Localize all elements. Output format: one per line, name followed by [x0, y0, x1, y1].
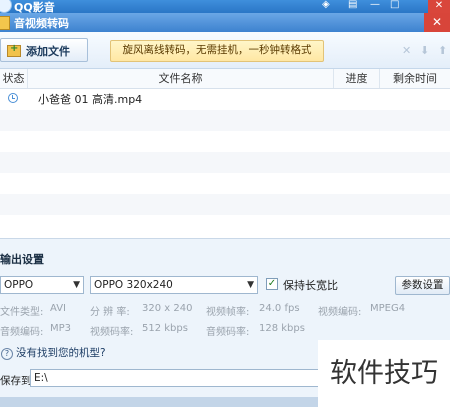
empty-row	[0, 215, 450, 236]
file-name: 小爸爸 01 高清.mp4	[38, 93, 143, 106]
add-folder-icon	[7, 43, 21, 57]
file-list: 状态 文件名称 进度 剩余时间 小爸爸 01 高清.mp4	[0, 69, 450, 239]
add-file-button[interactable]: 添加文件	[0, 38, 88, 62]
empty-row	[0, 110, 450, 131]
output-settings-heading: 输出设置	[0, 253, 44, 266]
question-icon: ?	[1, 348, 13, 360]
empty-row	[0, 131, 450, 152]
keep-ratio-checkbox[interactable]: ✓	[266, 278, 278, 290]
qq-player-logo-icon	[0, 0, 12, 13]
device-value: OPPO	[4, 279, 34, 291]
column-remaining[interactable]: 剩余时间	[380, 69, 450, 88]
cloud-transcode-tip[interactable]: 旋风离线转码，无需挂机，一秒钟转格式	[110, 40, 324, 62]
profile-select[interactable]: OPPO 320x240 ▼	[90, 276, 258, 294]
spec-fps: 24.0 fps	[259, 303, 300, 314]
spec-fps-label: 视频帧率:	[206, 307, 250, 318]
empty-row	[0, 194, 450, 215]
move-down-icon[interactable]: ⬇	[420, 44, 429, 57]
move-up-icon[interactable]: ⬆	[438, 44, 447, 57]
spec-vcodec-label: 视频编码:	[318, 307, 362, 318]
dialog-titlebar: 音视频转码 ✕	[0, 13, 450, 32]
spec-vbitrate: 512 kbps	[142, 323, 188, 334]
remove-icon[interactable]: ✕	[402, 44, 411, 57]
device-help-link[interactable]: ? 没有找到您的机型?	[1, 345, 106, 360]
spec-abitrate-label: 音频码率:	[206, 327, 250, 338]
add-file-label: 添加文件	[26, 45, 70, 58]
spec-vbitrate-label: 视频码率:	[90, 327, 134, 338]
menu-icon[interactable]: ▤	[348, 0, 357, 10]
clock-icon	[8, 93, 18, 103]
file-list-header: 状态 文件名称 进度 剩余时间	[0, 69, 450, 89]
minimize-icon[interactable]: —	[370, 0, 380, 10]
spec-abitrate: 128 kbps	[259, 323, 305, 334]
spec-resolution-label: 分 辨 率:	[90, 307, 130, 318]
device-select[interactable]: OPPO ▼	[0, 276, 84, 294]
maximize-icon[interactable]: □	[390, 0, 399, 10]
column-filename[interactable]: 文件名称	[28, 69, 334, 88]
empty-row	[0, 152, 450, 173]
save-path-input[interactable]: E:\	[30, 369, 350, 387]
dialog-title: 音视频转码	[14, 17, 69, 30]
toolbar: 添加文件 旋风离线转码，无需挂机，一秒钟转格式 ✕ ⬇ ⬆	[0, 32, 450, 69]
watermark: 软件技巧	[318, 340, 450, 407]
profile-value: OPPO 320x240	[94, 279, 173, 291]
column-status[interactable]: 状态	[0, 69, 28, 88]
app-close-icon[interactable]: ✕	[428, 0, 450, 13]
params-button[interactable]: 参数设置	[395, 276, 450, 295]
dialog-close-icon[interactable]: ✕	[424, 13, 450, 32]
chevron-down-icon: ▼	[247, 280, 254, 290]
spec-file-type-label: 文件类型:	[0, 307, 44, 318]
device-help-text: 没有找到您的机型?	[16, 347, 106, 359]
spec-resolution: 320 x 240	[142, 303, 193, 314]
empty-row	[0, 173, 450, 194]
column-progress[interactable]: 进度	[334, 69, 380, 88]
spec-acodec: MP3	[50, 323, 72, 334]
keep-ratio-label[interactable]: 保持长宽比	[283, 277, 338, 293]
chevron-down-icon: ▼	[73, 280, 80, 290]
app-titlebar: QQ影音 ◈ ▤ — □ ✕	[0, 0, 450, 14]
spec-vcodec: MPEG4	[370, 303, 406, 314]
spec-acodec-label: 音频编码:	[0, 327, 44, 338]
skin-icon[interactable]: ◈	[322, 0, 330, 10]
transcode-icon	[0, 16, 10, 30]
file-row[interactable]: 小爸爸 01 高清.mp4	[0, 89, 450, 110]
spec-file-type: AVI	[50, 303, 66, 314]
